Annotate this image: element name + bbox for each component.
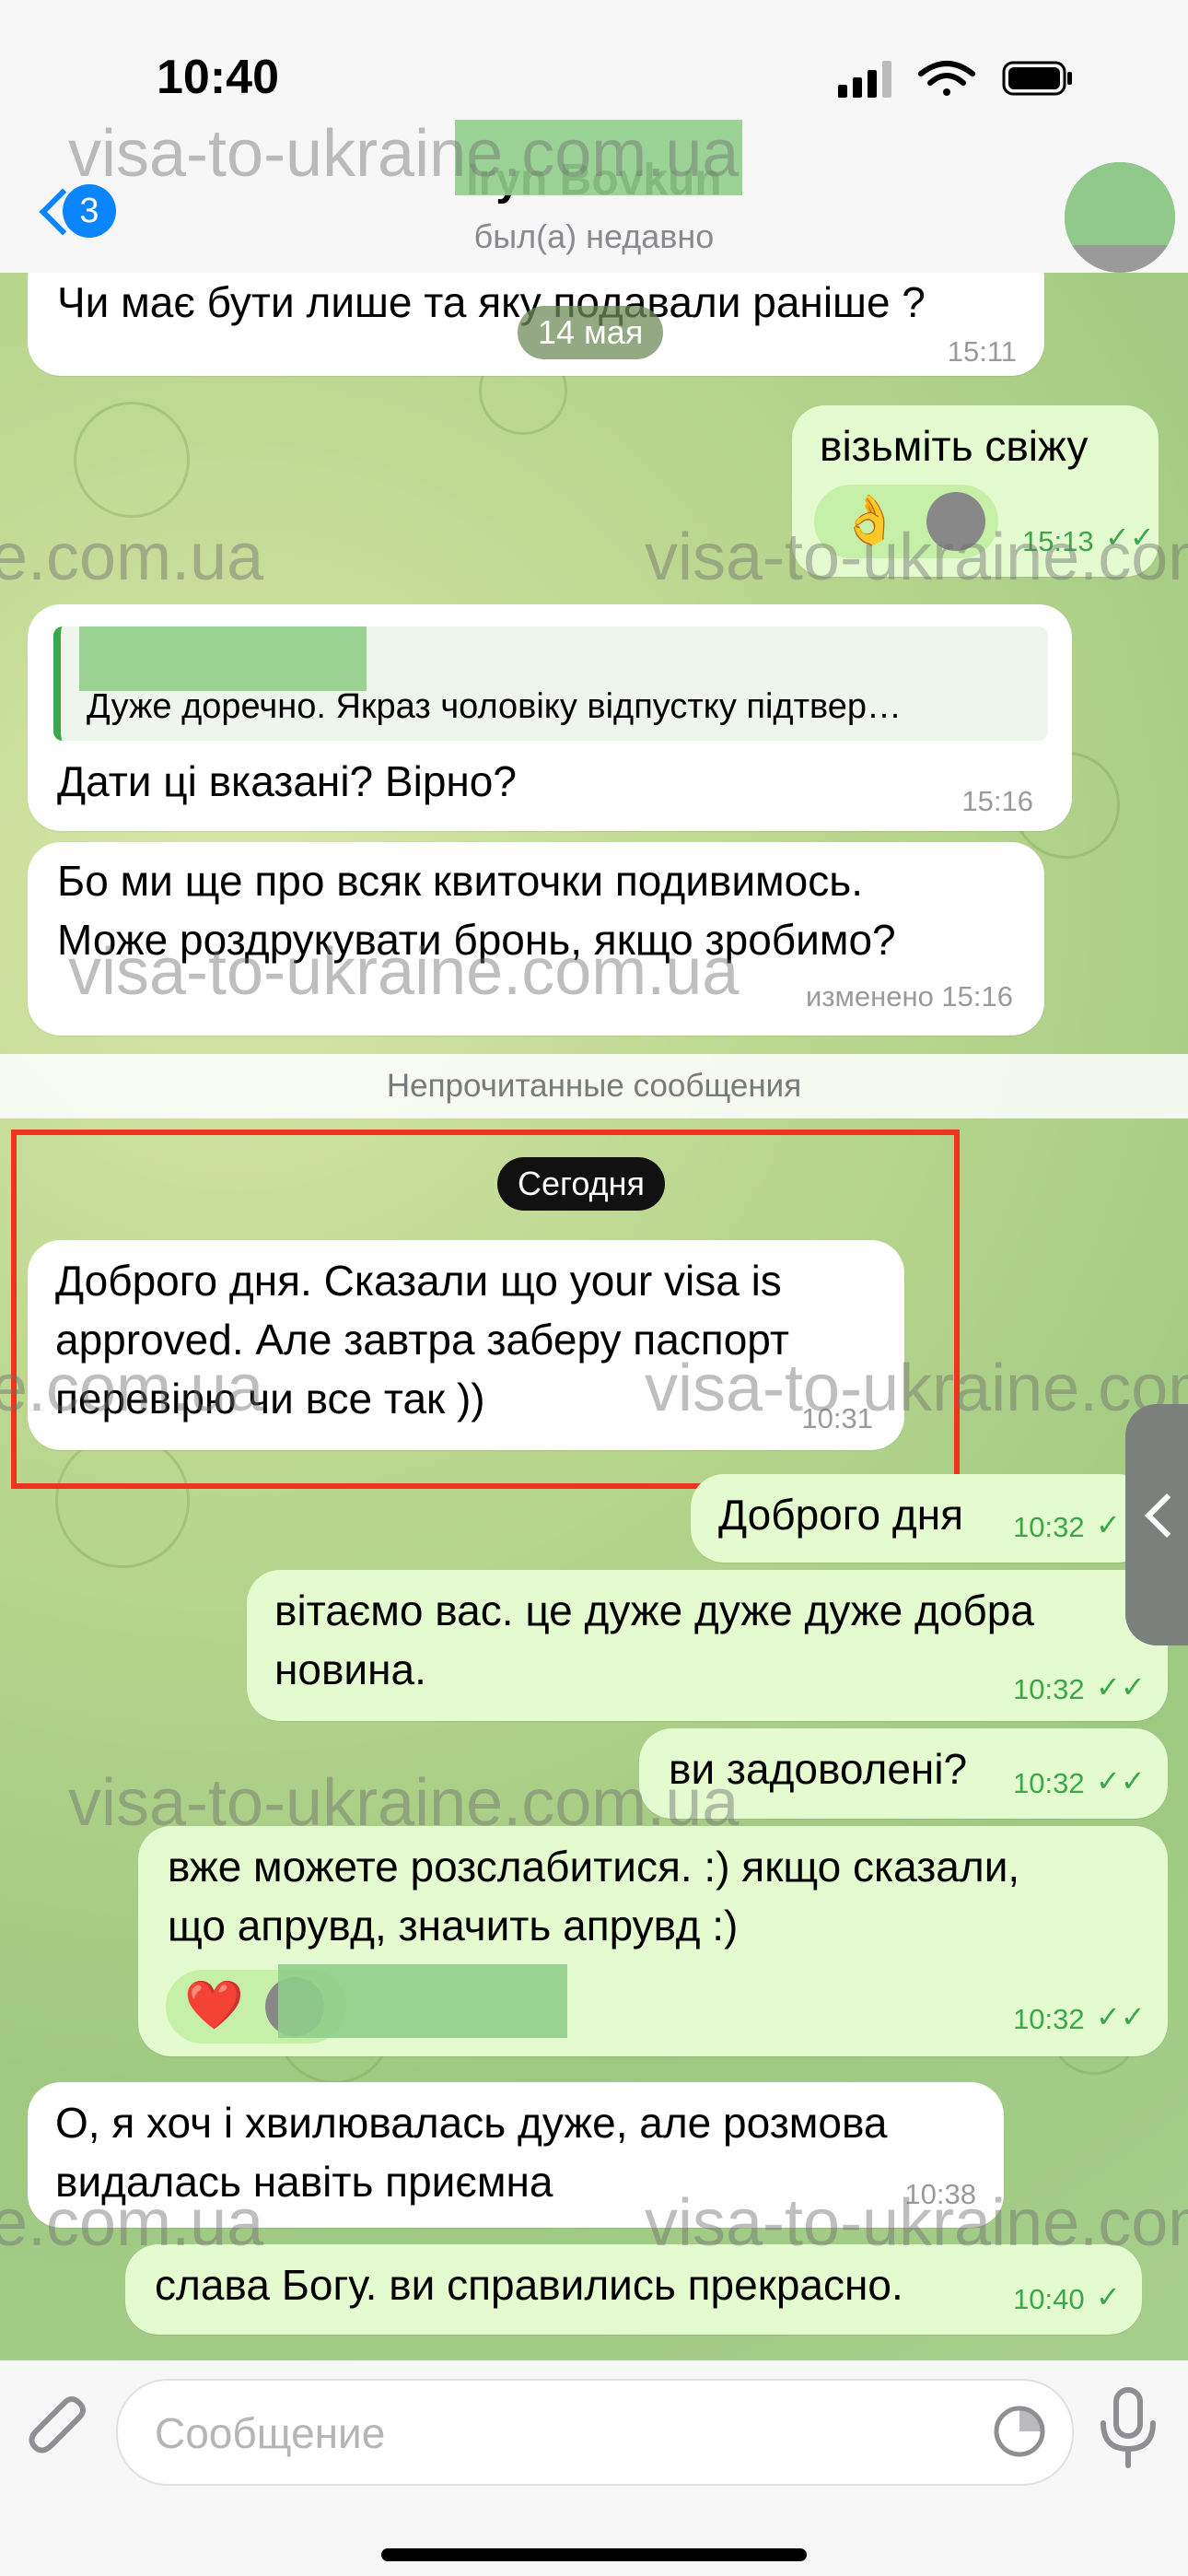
status-icons — [838, 57, 1077, 104]
message-text-line: О, я хоч і хвилювалась дуже, але розмова — [55, 2099, 888, 2147]
message-input[interactable]: Сообщение — [116, 2379, 1074, 2486]
message-composer: Сообщение — [0, 2360, 1188, 2576]
home-indicator — [381, 2548, 807, 2561]
message-time: 10:32 — [1013, 1767, 1085, 1799]
message-time: 15:16 — [961, 785, 1033, 817]
message-text: слава Богу. ви справились прекрасно. — [155, 2261, 903, 2309]
watermark: visa-to-ukraine.com.ua — [68, 935, 740, 1009]
message-time: изменено 15:16 — [806, 980, 1013, 1013]
message-time: 10:32 — [1013, 2003, 1085, 2035]
message-incoming[interactable]: Дуже доречно. Якраз чоловіку відпустку п… — [28, 604, 1072, 831]
message-text: візьміть свіжу — [820, 422, 1089, 470]
reaction-emoji: ❤️ — [184, 1979, 244, 2032]
contact-avatar[interactable] — [1065, 162, 1175, 273]
message-text-line: Бо ми ще про всяк квиточки подивимось. — [57, 857, 863, 905]
watermark: visa-to-ukraine.com.ua — [68, 117, 740, 191]
signal-icon — [838, 61, 891, 98]
attach-paperclip-icon[interactable] — [28, 2394, 92, 2467]
message-time: 10:40 — [1013, 2283, 1085, 2315]
message-text-line: вже можете розслабитися. :) якщо сказали… — [168, 1843, 1020, 1891]
read-check-icon: ✓ — [1096, 2280, 1121, 2313]
watermark: visa-to-ukraine.com.ua — [645, 2186, 1188, 2260]
read-check-icon: ✓✓ — [1096, 1670, 1146, 1704]
side-panel-handle[interactable] — [1125, 1404, 1188, 1645]
watermark: e.com.ua — [0, 1352, 264, 1425]
message-input-placeholder: Сообщение — [155, 2409, 386, 2457]
redaction-block — [79, 626, 367, 691]
wifi-icon — [918, 61, 975, 96]
message-outgoing[interactable]: вже можете розслабитися. :) якщо сказали… — [138, 1826, 1168, 2056]
redaction-block — [278, 1964, 567, 2038]
reply-quote-text: Дуже доречно. Якраз чоловіку відпустку п… — [87, 687, 903, 726]
message-time: 15:11 — [947, 335, 1017, 368]
chevron-left-icon — [1144, 1493, 1188, 1539]
battery-icon — [1002, 61, 1072, 96]
highlight-frame — [11, 1130, 960, 1489]
message-time: 10:32 — [1013, 1673, 1085, 1705]
reply-quote[interactable]: Дуже доречно. Якраз чоловіку відпустку п… — [53, 626, 1048, 741]
message-text: Чи має бути лише та яку подавали раніше … — [57, 278, 926, 326]
read-check-icon: ✓ — [1096, 1508, 1121, 1541]
watermark: visa-to-ukraine.com.ua — [645, 521, 1188, 594]
message-text-line: вітаємо вас. це дуже дуже дуже добра — [274, 1587, 1034, 1634]
status-time: 10:40 — [157, 51, 279, 104]
read-check-icon: ✓✓ — [1096, 1764, 1146, 1797]
watermark: e.com.ua — [0, 521, 264, 594]
unread-divider: Непрочитанные сообщения — [0, 1054, 1188, 1118]
read-check-icon: ✓✓ — [1096, 2000, 1146, 2033]
message-outgoing[interactable]: вітаємо вас. це дуже дуже дуже добра нов… — [247, 1570, 1168, 1721]
message-text-line: новина. — [274, 1645, 426, 1693]
last-seen-status: был(а) недавно — [473, 217, 715, 255]
message-text: Доброго дня — [718, 1491, 964, 1539]
chat-history[interactable]: Чи має бути лише та яку подавали раніше … — [0, 273, 1188, 2360]
sticker-icon[interactable] — [993, 2405, 1046, 2458]
watermark: e.com.ua — [0, 2186, 264, 2260]
watermark: visa-to-ukraine.com.ua — [645, 1352, 1188, 1425]
watermark: visa-to-ukraine.com.ua — [68, 1766, 740, 1840]
message-text-line: що апрувд, значить апрувд :) — [168, 1902, 739, 1950]
chat-header: 10:40 3 Iryn Bovkun был(а) недав — [0, 0, 1188, 273]
microphone-icon[interactable] — [1096, 2386, 1160, 2469]
message-time: 10:32 — [1013, 1511, 1085, 1543]
message-text: Дати ці вказані? Вірно? — [57, 757, 517, 805]
date-pill: 14 мая — [518, 306, 664, 359]
message-outgoing[interactable]: Доброго дня 10:32 ✓ — [691, 1474, 1151, 1563]
